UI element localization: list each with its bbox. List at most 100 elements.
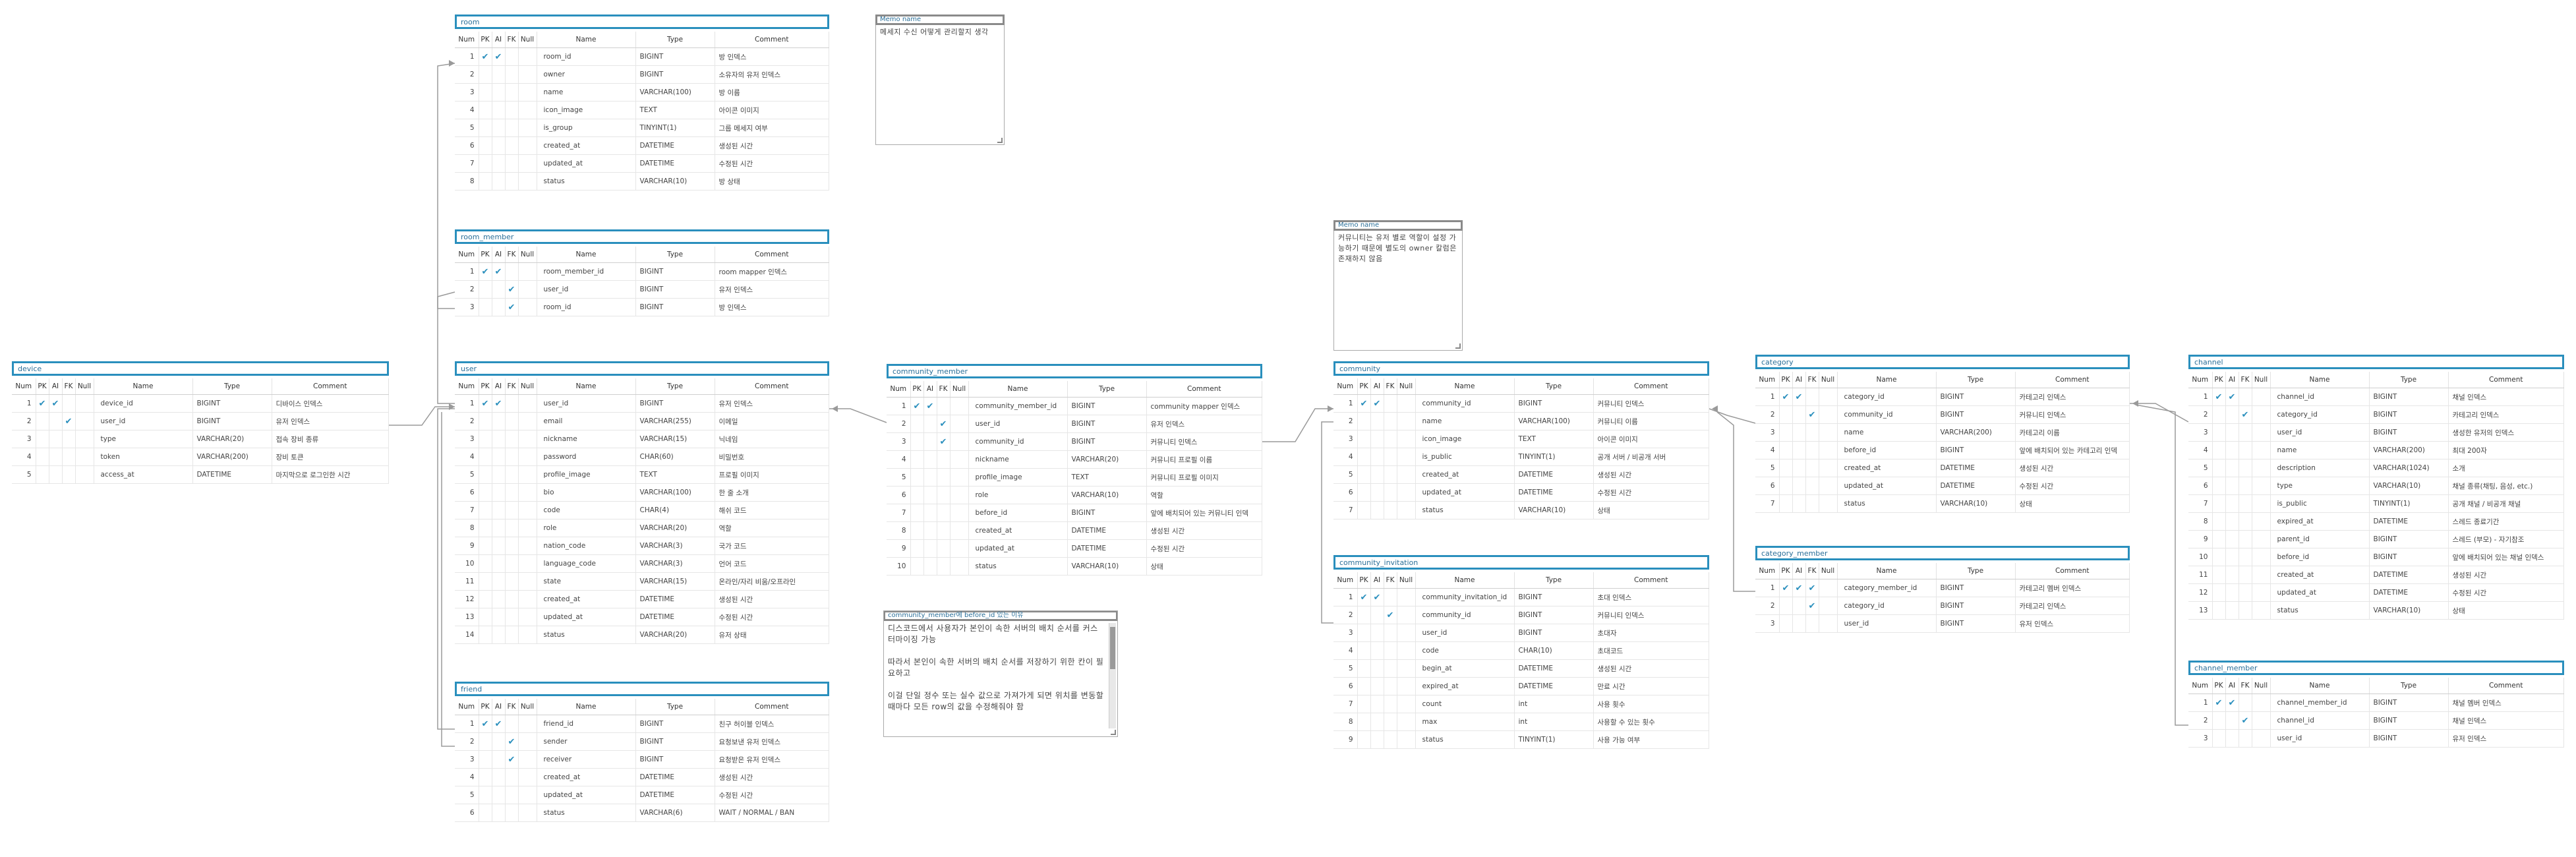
pk-check-icon[interactable] <box>910 432 924 451</box>
fk-check-icon[interactable]: ✔ <box>1384 606 1397 624</box>
pk-check-icon[interactable] <box>479 430 492 448</box>
nul-check-icon[interactable] <box>518 119 537 137</box>
ai-check-icon[interactable]: ✔ <box>2225 694 2239 712</box>
ai-check-icon[interactable] <box>49 465 63 484</box>
table-row[interactable]: 1 ✔ ✔ community_member_id BIGINT community ma… <box>887 397 1262 415</box>
table-row[interactable]: 3 ✔ room_id BIGINT 방 인덱스 <box>455 298 829 316</box>
table-row[interactable]: 2 name VARCHAR(100) 커뮤니티 이름 <box>1333 412 1709 430</box>
resize-handle-icon[interactable] <box>1455 343 1461 349</box>
fk-check-icon[interactable] <box>62 394 76 413</box>
nul-check-icon[interactable] <box>518 590 537 608</box>
nul-check-icon[interactable] <box>518 501 537 519</box>
fk-check-icon[interactable] <box>937 557 951 576</box>
pk-check-icon[interactable] <box>2212 441 2226 459</box>
fk-check-icon[interactable] <box>505 47 519 66</box>
pk-check-icon[interactable]: ✔ <box>1357 588 1371 606</box>
ai-check-icon[interactable] <box>492 412 506 430</box>
ai-check-icon[interactable] <box>492 65 506 84</box>
table-row[interactable]: 3 user_id BIGINT 생성한 유저의 인덱스 <box>2188 423 2564 442</box>
pk-check-icon[interactable] <box>1357 412 1371 430</box>
pk-check-icon[interactable] <box>2212 477 2226 495</box>
pk-check-icon[interactable] <box>479 483 492 502</box>
table-row[interactable]: 5 updated_at DATETIME 수정된 시간 <box>455 786 829 804</box>
ai-check-icon[interactable] <box>49 448 63 466</box>
fk-check-icon[interactable] <box>505 394 519 413</box>
fk-check-icon[interactable] <box>1384 588 1397 606</box>
table-row[interactable]: 10 language_code VARCHAR(3) 언어 코드 <box>455 554 829 573</box>
ai-check-icon[interactable] <box>2225 405 2239 424</box>
fk-check-icon[interactable] <box>505 804 519 822</box>
nul-check-icon[interactable] <box>75 430 94 448</box>
ai-check-icon[interactable] <box>49 430 63 448</box>
ai-check-icon[interactable]: ✔ <box>1370 394 1384 413</box>
table-row[interactable]: 1 ✔ ✔ device_id BIGINT 디바이스 인덱스 <box>12 394 389 413</box>
table-title[interactable]: community <box>1333 361 1709 376</box>
pk-check-icon[interactable]: ✔ <box>479 47 492 66</box>
pk-check-icon[interactable]: ✔ <box>2212 694 2226 712</box>
fk-check-icon[interactable] <box>505 554 519 573</box>
nul-check-icon[interactable] <box>1397 695 1416 713</box>
nul-check-icon[interactable] <box>2252 441 2271 459</box>
pk-check-icon[interactable] <box>479 280 492 299</box>
table-row[interactable]: 3 ✔ receiver BIGINT 요청받은 유저 인덱스 <box>455 750 829 769</box>
nul-check-icon[interactable] <box>518 65 537 84</box>
table-row[interactable]: 9 status TINYINT(1) 사용 가능 여부 <box>1333 730 1709 749</box>
ai-check-icon[interactable] <box>2225 423 2239 442</box>
pk-check-icon[interactable] <box>1779 423 1793 442</box>
table-row[interactable]: 5 is_group TINYINT(1) 그룹 메세지 여부 <box>455 119 829 137</box>
pk-check-icon[interactable] <box>2212 459 2226 477</box>
pk-check-icon[interactable] <box>479 750 492 769</box>
pk-check-icon[interactable] <box>36 448 49 466</box>
nul-check-icon[interactable] <box>1819 423 1838 442</box>
pk-check-icon[interactable] <box>479 786 492 804</box>
pk-check-icon[interactable] <box>1357 624 1371 642</box>
nul-check-icon[interactable] <box>1819 477 1838 495</box>
nul-check-icon[interactable] <box>75 448 94 466</box>
ai-check-icon[interactable] <box>1792 423 1806 442</box>
nul-check-icon[interactable] <box>1397 659 1416 678</box>
pk-check-icon[interactable] <box>1779 477 1793 495</box>
pk-check-icon[interactable] <box>2212 711 2226 730</box>
fk-check-icon[interactable] <box>2239 694 2252 712</box>
table-row[interactable]: 3 ✔ community_id BIGINT 커뮤니티 인덱스 <box>887 432 1262 451</box>
pk-check-icon[interactable] <box>479 448 492 466</box>
table-row[interactable]: 6 created_at DATETIME 생성된 시간 <box>455 136 829 155</box>
pk-check-icon[interactable] <box>479 626 492 644</box>
pk-check-icon[interactable] <box>1779 405 1793 424</box>
nul-check-icon[interactable] <box>2252 530 2271 548</box>
fk-check-icon[interactable] <box>2239 548 2252 566</box>
pk-check-icon[interactable] <box>1357 483 1371 502</box>
nul-check-icon[interactable] <box>1819 405 1838 424</box>
nul-check-icon[interactable] <box>75 394 94 413</box>
table-community-member[interactable]: community_member Num PK AI FK Null Name Type Com… <box>887 364 1262 576</box>
nul-check-icon[interactable] <box>518 537 537 555</box>
ai-check-icon[interactable] <box>2225 494 2239 513</box>
ai-check-icon[interactable] <box>1370 501 1384 519</box>
table-row[interactable]: 10 before_id BIGINT 앞에 배치되어 있는 채널 인덱스 <box>2188 548 2564 566</box>
table-row[interactable]: 3 nickname VARCHAR(15) 닉네임 <box>455 430 829 448</box>
nul-check-icon[interactable] <box>950 397 969 415</box>
pk-check-icon[interactable] <box>479 298 492 316</box>
fk-check-icon[interactable] <box>505 172 519 191</box>
ai-check-icon[interactable] <box>492 519 506 537</box>
ai-check-icon[interactable] <box>923 504 937 522</box>
pk-check-icon[interactable] <box>910 504 924 522</box>
pk-check-icon[interactable] <box>1357 501 1371 519</box>
fk-check-icon[interactable] <box>505 448 519 466</box>
fk-check-icon[interactable] <box>505 119 519 137</box>
fk-check-icon[interactable] <box>937 397 951 415</box>
nul-check-icon[interactable] <box>2252 711 2271 730</box>
table-row[interactable]: 7 is_public TINYINT(1) 공개 채널 / 비공개 채널 <box>2188 494 2564 513</box>
fk-check-icon[interactable] <box>505 483 519 502</box>
ai-check-icon[interactable] <box>492 608 506 626</box>
table-channel-member[interactable]: channel_member Num PK AI FK Null Name Type Comme… <box>2188 661 2564 748</box>
nul-check-icon[interactable] <box>1397 677 1416 695</box>
pk-check-icon[interactable] <box>479 172 492 191</box>
pk-check-icon[interactable]: ✔ <box>479 715 492 733</box>
fk-check-icon[interactable] <box>1384 659 1397 678</box>
ai-check-icon[interactable] <box>1792 441 1806 459</box>
nul-check-icon[interactable] <box>1397 641 1416 660</box>
fk-check-icon[interactable] <box>505 101 519 119</box>
fk-check-icon[interactable] <box>505 412 519 430</box>
pk-check-icon[interactable] <box>36 430 49 448</box>
